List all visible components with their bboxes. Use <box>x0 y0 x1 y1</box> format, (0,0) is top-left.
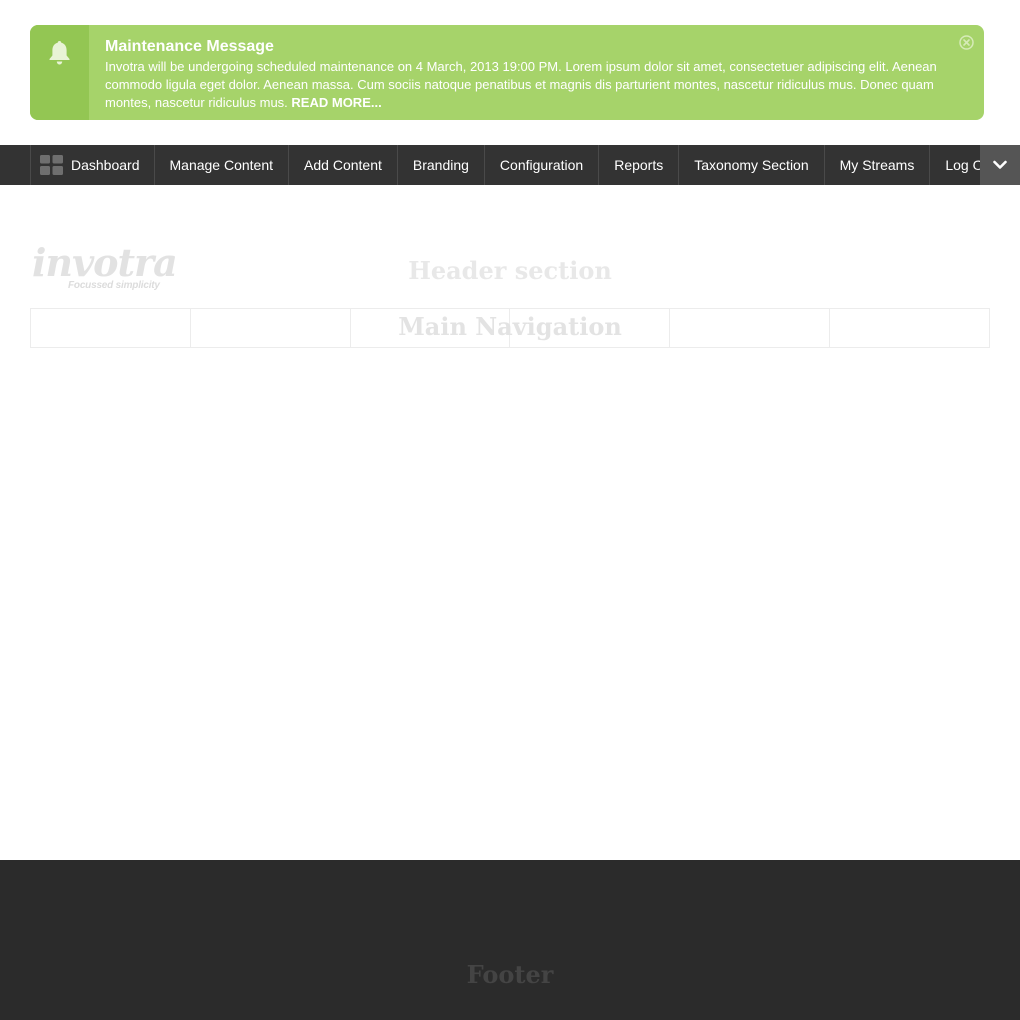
alert-message: Invotra will be undergoing scheduled mai… <box>105 59 937 110</box>
toolbar-item-label: Manage Content <box>169 157 274 173</box>
main-nav-item[interactable] <box>669 309 829 347</box>
maintenance-alert: Maintenance Message Invotra will be unde… <box>30 25 984 120</box>
toolbar-item-label: My Streams <box>839 157 915 173</box>
alert-content: Maintenance Message Invotra will be unde… <box>105 38 944 112</box>
footer-label: Footer <box>466 960 554 989</box>
alert-title: Maintenance Message <box>105 38 274 55</box>
toolbar-item-label: Configuration <box>499 157 584 173</box>
main-nav-item[interactable] <box>31 309 190 347</box>
main-nav-item[interactable] <box>509 309 669 347</box>
read-more-link[interactable]: READ MORE... <box>291 95 381 110</box>
toolbar-item-label: Add Content <box>304 157 382 173</box>
toolbar-item-label: Branding <box>412 157 469 173</box>
footer: Footer <box>0 860 1020 1020</box>
main-nav-item[interactable] <box>349 309 510 347</box>
alert-icon-column <box>30 25 89 120</box>
dashboard-grid-icon <box>40 155 63 175</box>
toolbar-item-label: Dashboard <box>71 157 140 173</box>
main-navigation <box>30 308 990 348</box>
header-section-label: Header section <box>408 256 612 285</box>
toolbar-item-configuration[interactable]: Configuration <box>483 145 598 185</box>
alert-body: Invotra will be undergoing scheduled mai… <box>105 58 944 112</box>
bell-icon <box>49 41 70 65</box>
main-nav-item[interactable] <box>189 309 350 347</box>
toolbar-item-my-streams[interactable]: My Streams <box>823 145 930 185</box>
toolbar-item-add-content[interactable]: Add Content <box>288 145 397 185</box>
toolbar-item-label: Reports <box>614 157 664 173</box>
chevron-down-icon <box>993 160 1007 169</box>
toolbar-item-dashboard[interactable]: Dashboard <box>30 145 154 185</box>
toolbar-item-label: Taxonomy Section <box>694 157 809 173</box>
admin-toolbar: Dashboard Manage Content Add Content Bra… <box>0 145 1020 185</box>
close-icon[interactable] <box>959 35 974 50</box>
toolbar-menu: Dashboard Manage Content Add Content Bra… <box>30 145 1020 185</box>
toolbar-item-manage-content[interactable]: Manage Content <box>153 145 289 185</box>
main-nav-item[interactable] <box>829 309 989 347</box>
toolbar-item-reports[interactable]: Reports <box>598 145 678 185</box>
toolbar-more-button[interactable] <box>980 145 1020 185</box>
toolbar-item-taxonomy-section[interactable]: Taxonomy Section <box>678 145 823 185</box>
toolbar-item-branding[interactable]: Branding <box>396 145 484 185</box>
